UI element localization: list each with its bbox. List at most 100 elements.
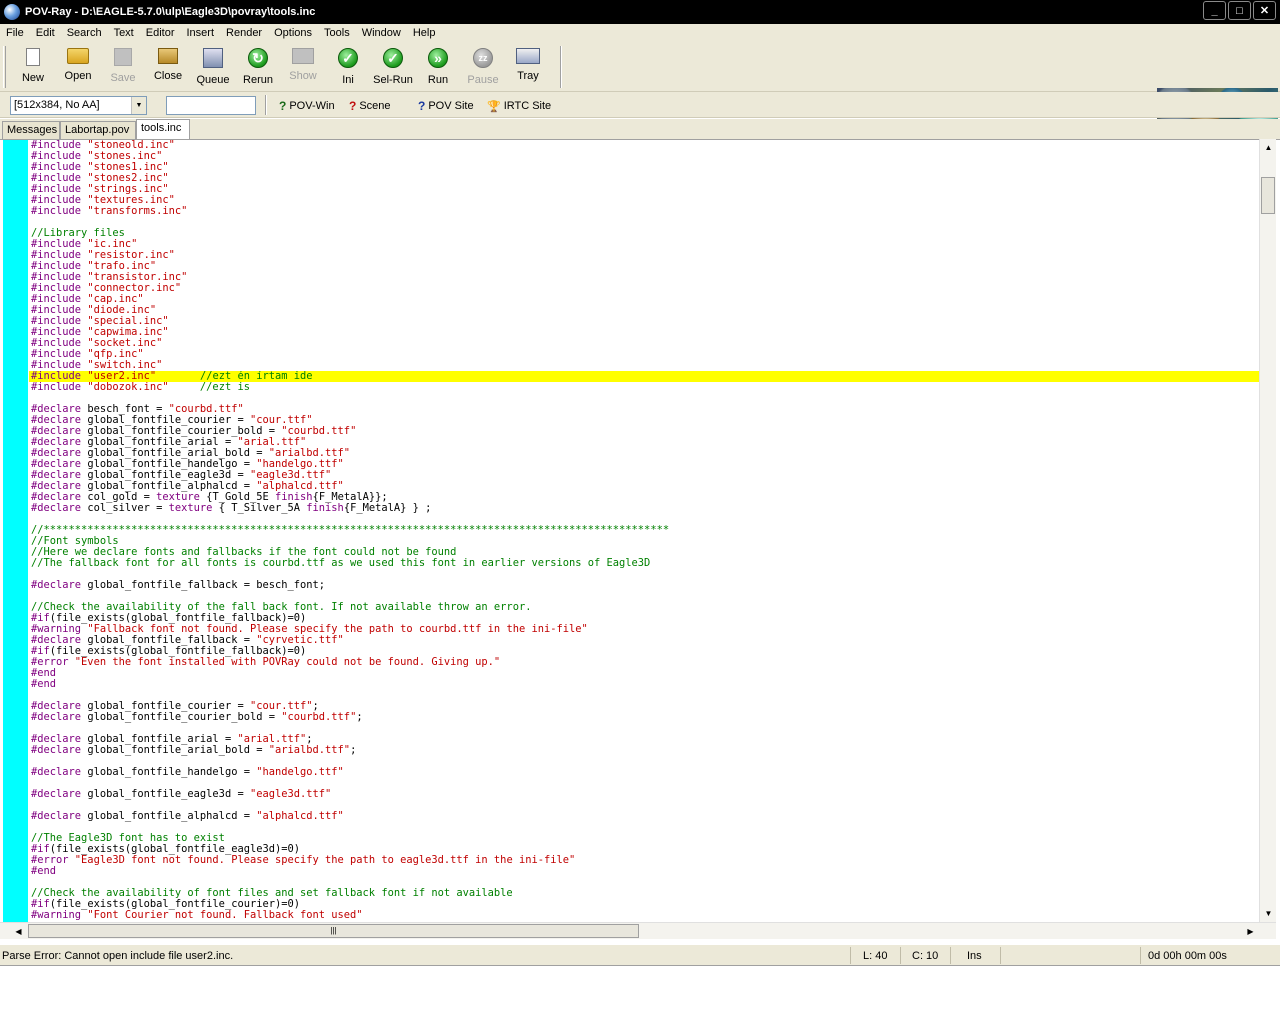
code-line[interactable]: #declare global_fontfile_arial = "arial.… [31,734,1259,745]
code-line[interactable] [31,800,1259,811]
new-button[interactable]: New [11,46,55,88]
scene-help-button[interactable]: ? Scene [349,98,391,114]
code-line[interactable]: #declare global_fontfile_courier = "cour… [31,701,1259,712]
code-line[interactable]: #warning "Font Courier not found. Fallba… [31,910,1259,921]
maximize-button[interactable]: □ [1228,1,1251,20]
code-line[interactable]: #declare global_fontfile_arial_bold = "a… [31,448,1259,459]
code-line[interactable]: //Check the availability of font files a… [31,888,1259,899]
resolution-select[interactable]: [512x384, No AA] ▼ [10,96,147,115]
save-button[interactable]: Save [101,46,145,88]
code-line[interactable] [31,756,1259,767]
menu-file[interactable]: File [0,24,30,42]
close-button[interactable]: Close [146,46,190,88]
queue-button[interactable]: Queue [191,46,235,88]
code-line[interactable] [31,591,1259,602]
toolbar-grip[interactable] [3,46,6,88]
code-line[interactable]: #declare global_fontfile_alphalcd = "alp… [31,811,1259,822]
scroll-left-icon[interactable]: ◀ [10,923,27,940]
code-line[interactable]: #include "stones.inc" [31,151,1259,162]
code-line[interactable]: #end [31,668,1259,679]
menu-window[interactable]: Window [356,24,407,42]
code-line[interactable]: #if(file_exists(global_fontfile_eagle3d)… [31,844,1259,855]
code-line[interactable] [31,877,1259,888]
irtc-site-button[interactable]: 🏆 IRTC Site [487,98,551,114]
code-line[interactable] [31,822,1259,833]
code-line[interactable]: #include "capwima.inc" [31,327,1259,338]
code-area[interactable]: #include "stoneold.inc" #include "stones.… [29,140,1259,921]
horizontal-scroll-thumb[interactable]: ||| [28,924,639,938]
pov-win-help-button[interactable]: ? POV-Win [279,98,335,114]
open-button[interactable]: Open [56,46,100,88]
ini-button[interactable]: ✓ Ini [326,46,370,88]
code-line[interactable]: #declare global_fontfile_arial_bold = "a… [31,745,1259,756]
code-line[interactable] [31,778,1259,789]
code-line[interactable]: #declare global_fontfile_handelgo = "han… [31,767,1259,778]
code-line[interactable]: #declare global_fontfile_courier_bold = … [31,712,1259,723]
code-line[interactable]: //Library files [31,228,1259,239]
horizontal-scrollbar[interactable]: ◀ ||| ▶ [0,922,1276,939]
menu-insert[interactable]: Insert [181,24,221,42]
tab-labortap-pov[interactable]: Labortap.pov [60,121,136,139]
code-line[interactable]: #declare col_silver = texture { T_Silver… [31,503,1259,514]
code-line[interactable]: //Here we declare fonts and fallbacks if… [31,547,1259,558]
code-line[interactable]: #error "Even the font installed with POV… [31,657,1259,668]
code-line[interactable]: #end [31,679,1259,690]
menu-help[interactable]: Help [407,24,442,42]
run-button[interactable]: » Run [416,46,460,88]
code-line[interactable]: #declare global_fontfile_eagle3d = "eagl… [31,789,1259,800]
code-line[interactable]: #include "textures.inc" [31,195,1259,206]
menu-text[interactable]: Text [108,24,140,42]
code-line[interactable]: #include "strings.inc" [31,184,1259,195]
menu-options[interactable]: Options [268,24,318,42]
pause-button[interactable]: zz Pause [461,46,505,88]
vertical-scroll-thumb[interactable] [1261,177,1275,214]
vertical-scrollbar[interactable]: ▲ ▼ [1259,139,1276,922]
code-line[interactable]: #warning "Fallback font not found. Pleas… [31,624,1259,635]
code-line[interactable]: #include "stoneold.inc" [31,140,1259,151]
code-line[interactable]: #include "switch.inc" [31,360,1259,371]
tab-tools-inc[interactable]: tools.inc [136,119,190,139]
code-line[interactable]: //Font symbols [31,536,1259,547]
code-line[interactable]: #declare col_gold = texture {T_Gold_5E f… [31,492,1259,503]
code-line[interactable]: #declare global_fontfile_courier_bold = … [31,426,1259,437]
code-line[interactable]: #error "Eagle3D font not found. Please s… [31,855,1259,866]
code-line[interactable]: #include "qfp.inc" [31,349,1259,360]
code-line[interactable]: #include "dobozok.inc" //ezt is [31,382,1259,393]
rerun-button[interactable]: ↻ Rerun [236,46,280,88]
sel-run-button[interactable]: ✓ Sel-Run [371,46,415,88]
menu-edit[interactable]: Edit [30,24,61,42]
code-line[interactable] [31,690,1259,701]
code-line[interactable]: #include "trafo.inc" [31,261,1259,272]
scroll-down-icon[interactable]: ▼ [1260,905,1277,922]
chevron-down-icon[interactable]: ▼ [131,97,146,114]
code-line[interactable]: #declare global_fontfile_alphalcd = "alp… [31,481,1259,492]
code-line[interactable] [31,569,1259,580]
code-line[interactable]: #include "special.inc" [31,316,1259,327]
command-line-input[interactable] [166,96,256,115]
code-line[interactable]: #include "resistor.inc" [31,250,1259,261]
scroll-right-icon[interactable]: ▶ [1242,923,1259,940]
menu-render[interactable]: Render [220,24,268,42]
code-line[interactable]: #include "cap.inc" [31,294,1259,305]
povray-app-icon[interactable] [4,4,20,20]
code-line[interactable]: #declare global_fontfile_courier = "cour… [31,415,1259,426]
code-line[interactable]: #include "stones2.inc" [31,173,1259,184]
minimize-button[interactable]: _ [1203,1,1226,20]
tab-messages[interactable]: Messages [2,121,60,139]
code-line[interactable] [31,723,1259,734]
code-line[interactable]: #include "transistor.inc" [31,272,1259,283]
code-line[interactable]: //The fallback font for all fonts is cou… [31,558,1259,569]
editor-gutter[interactable] [3,140,28,922]
code-line[interactable]: //The Eagle3D font has to exist [31,833,1259,844]
code-line[interactable]: #include "diode.inc" [31,305,1259,316]
code-line[interactable]: //Check the availability of the fall bac… [31,602,1259,613]
menu-search[interactable]: Search [61,24,108,42]
code-line[interactable]: #end [31,866,1259,877]
code-line[interactable]: #declare global_fontfile_fallback = besc… [31,580,1259,591]
highlighted-code-line[interactable]: #include "user2.inc" //ezt én írtam ide [29,371,1259,382]
code-line[interactable] [31,393,1259,404]
code-line[interactable]: #declare global_fontfile_fallback = "cyr… [31,635,1259,646]
code-line[interactable]: #include "transforms.inc" [31,206,1259,217]
scroll-up-icon[interactable]: ▲ [1260,139,1277,156]
tray-button[interactable]: Tray [506,46,550,88]
